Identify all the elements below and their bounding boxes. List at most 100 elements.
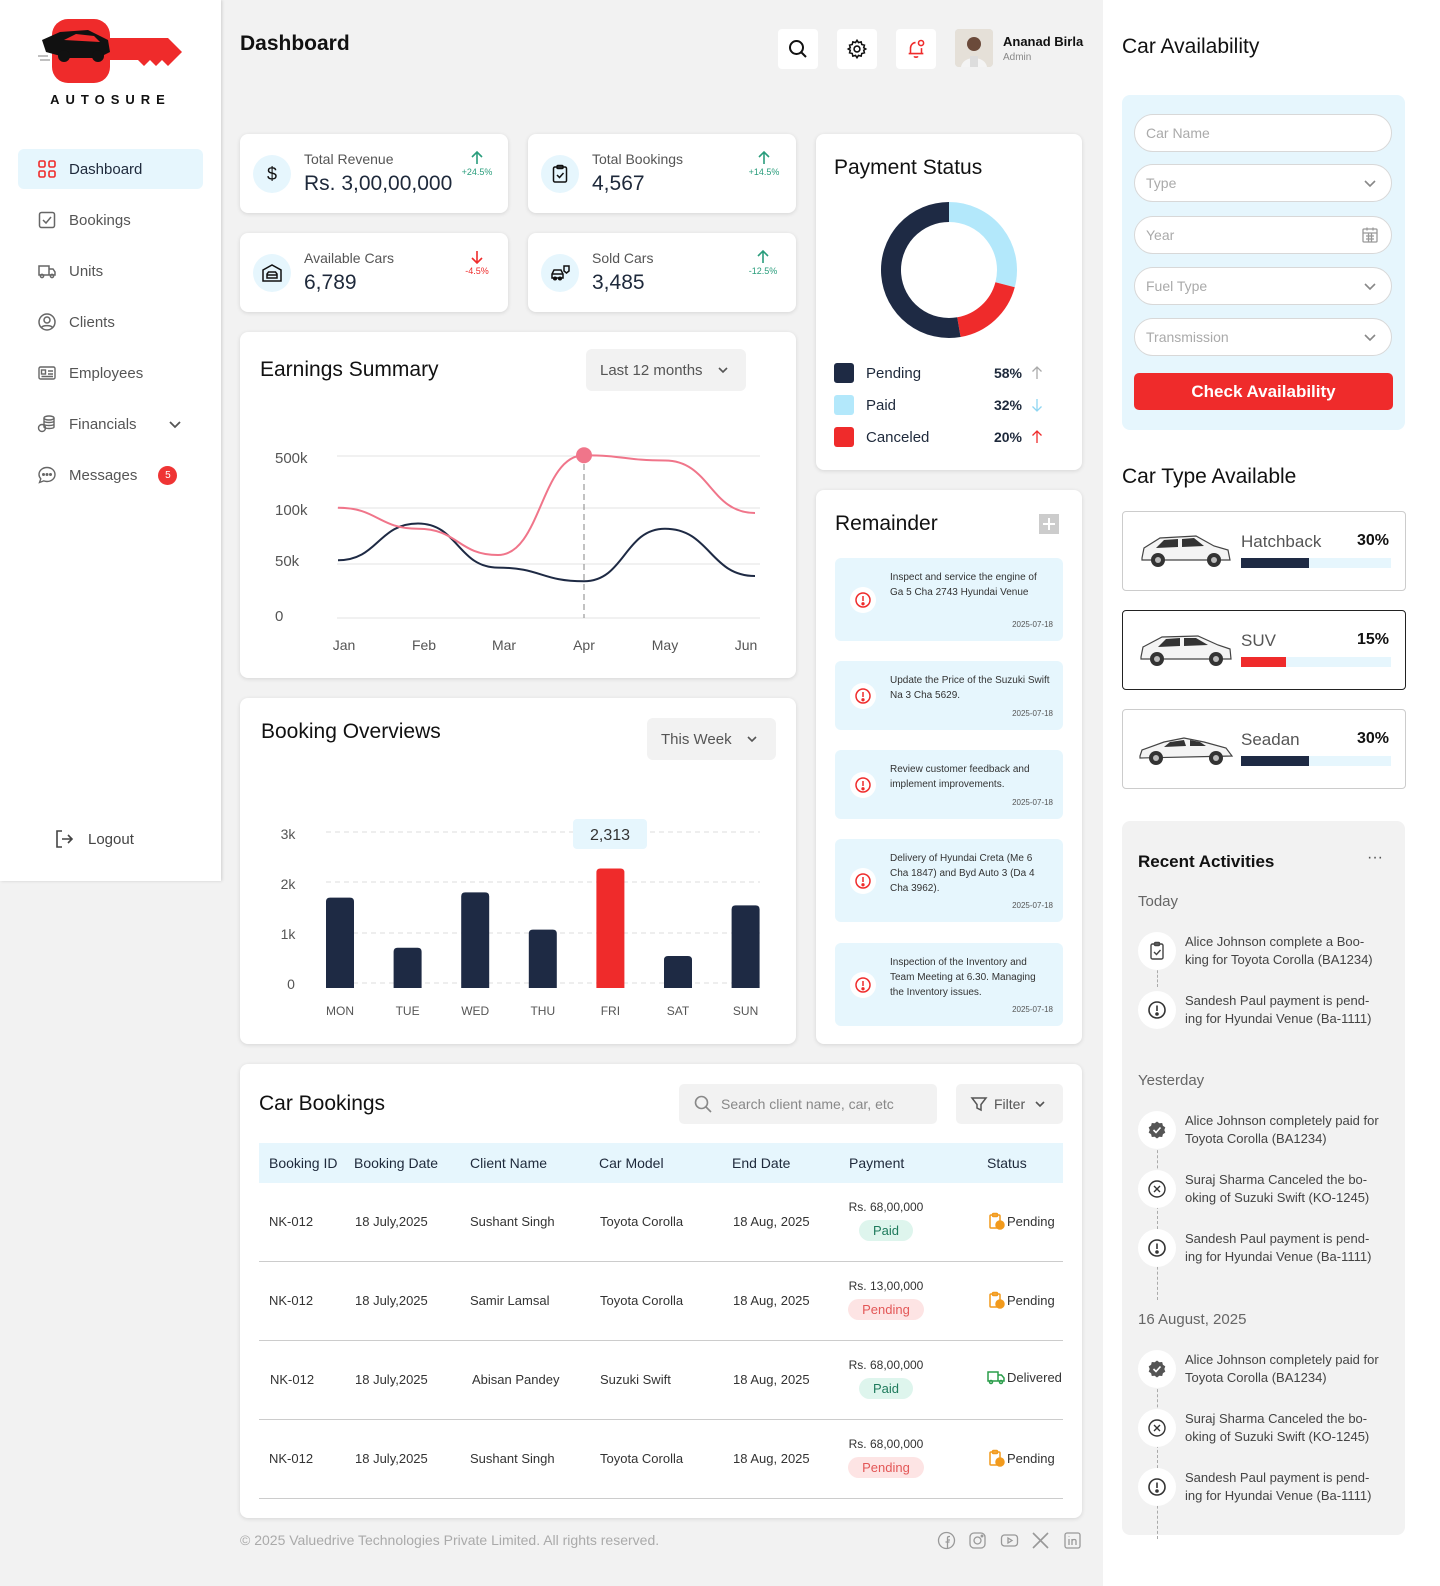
reminder-card: Remainder Inspect and service the engine… (816, 490, 1082, 1044)
car-type-sedan[interactable]: Seadan 30% (1122, 709, 1406, 789)
garage-icon (253, 254, 291, 292)
status-label: Pending (1007, 1213, 1055, 1229)
activity-text: Suraj Sharma Canceled the bo-oking of Su… (1185, 1172, 1370, 1205)
stat-label: Total Bookings (592, 151, 684, 167)
donut-slice-pending[interactable] (881, 202, 961, 338)
legend-label: Pending (866, 364, 922, 382)
table-row[interactable]: NK-012 18 July,2025 Samir Lamsal Toyota … (259, 1262, 1063, 1341)
bar-wed[interactable] (461, 892, 490, 988)
transmission-select[interactable]: Transmission (1134, 318, 1392, 356)
cell-client-name: Abisan Pandey (472, 1372, 560, 1387)
year-placeholder: Year (1146, 227, 1175, 243)
sidebar-item-clients[interactable]: Clients (18, 302, 203, 342)
bar-sat[interactable] (664, 955, 692, 988)
stat-card-sold-cars[interactable]: Sold Cars 3,485 -12.5% (528, 233, 796, 312)
sidebar-item-messages[interactable]: Messages 5 (18, 455, 203, 495)
column-header[interactable]: Booking ID (269, 1155, 337, 1171)
reminder-item[interactable]: Delivery of Hyundai Creta (Me 6 Cha 1847… (835, 839, 1063, 922)
sidebar-item-financials[interactable]: Financials (18, 404, 203, 444)
cell-status: Pending (987, 1212, 1055, 1230)
table-row[interactable]: NK-012 18 July,2025 Sushant Singh Toyota… (259, 1183, 1063, 1262)
chevron-down-icon (1364, 283, 1376, 291)
donut-slice-canceled[interactable] (956, 281, 1015, 338)
reminder-date: 2025-07-18 (1012, 620, 1053, 629)
chevron-down-icon (1364, 334, 1376, 342)
car-type-hatchback[interactable]: Hatchback 30% (1122, 511, 1406, 591)
column-header[interactable]: Booking Date (354, 1155, 438, 1171)
sidebar-item-bookings[interactable]: Bookings (18, 200, 203, 240)
bar-mon[interactable] (326, 897, 354, 988)
payment-amount: Rs. 13,00,000 (848, 1279, 924, 1293)
reminder-item[interactable]: Inspection of the Inventory and Team Mee… (835, 943, 1063, 1026)
chevron-down-icon[interactable] (167, 416, 183, 432)
sidebar-item-units[interactable]: Units (18, 251, 203, 291)
x-tick-label: THU (530, 1004, 555, 1018)
sidebar-item-dashboard[interactable]: Dashboard (18, 149, 203, 189)
year-input[interactable]: Year (1134, 216, 1392, 254)
bar-sun[interactable] (731, 905, 760, 988)
avatar[interactable] (955, 29, 993, 67)
earnings-summary-card: Earnings Summary Last 12 months 500k 100… (240, 332, 796, 678)
column-header[interactable]: Payment (849, 1155, 904, 1171)
transmission-placeholder: Transmission (1146, 329, 1229, 345)
verified-icon (1138, 1111, 1176, 1149)
cell-end-date: 18 Aug, 2025 (733, 1451, 810, 1466)
reminder-item[interactable]: Update the Price of the Suzuki Swift Na … (835, 661, 1063, 730)
car-type-percent: 30% (1356, 730, 1389, 747)
hatchback-car-icon (1141, 535, 1231, 567)
y-tick-label: 50k (275, 553, 300, 570)
stat-card-revenue[interactable]: $ Total Revenue Rs. 3,00,00,000 +24.5% (240, 134, 508, 213)
facebook-icon[interactable] (937, 1531, 956, 1550)
column-header[interactable]: Client Name (470, 1155, 547, 1171)
table-row[interactable]: NK-012 18 July,2025 Sushant Singh Toyota… (259, 1420, 1063, 1499)
settings-button[interactable] (837, 29, 877, 69)
fuel-type-select[interactable]: Fuel Type (1134, 267, 1392, 305)
reminder-item[interactable]: Review customer feedback and implement i… (835, 750, 1063, 819)
donut-slice-paid[interactable] (948, 202, 1017, 288)
reminder-item[interactable]: Inspect and service the engine of Ga 5 C… (835, 558, 1063, 641)
column-header[interactable]: End Date (732, 1155, 790, 1171)
x-twitter-icon[interactable] (1031, 1531, 1050, 1550)
filter-button[interactable]: Filter (956, 1084, 1063, 1124)
car-type-suv[interactable]: SUV 15% (1122, 610, 1406, 690)
user-name: Ananad Birla (1003, 33, 1084, 49)
stat-card-bookings[interactable]: Total Bookings 4,567 +14.5% (528, 134, 796, 213)
x-tick-label: SUN (733, 1004, 758, 1018)
bar-thu[interactable] (528, 929, 557, 988)
stat-card-available-cars[interactable]: Available Cars 6,789 -4.5% (240, 233, 508, 312)
payment-badge: Paid (858, 1378, 914, 1399)
youtube-icon[interactable] (1000, 1531, 1019, 1550)
car-type-bar-fill (1241, 657, 1286, 667)
table-row[interactable]: NK-012 18 July,2025 Abisan Pandey Suzuki… (259, 1341, 1063, 1420)
sidebar-item-label: Messages (69, 466, 138, 484)
reminder-date: 2025-07-18 (1012, 709, 1053, 718)
more-options-icon[interactable]: ··· (1367, 849, 1383, 867)
sidebar-item-employees[interactable]: Employees (18, 353, 203, 393)
x-tick-label: May (652, 637, 678, 653)
check-doc-icon (38, 211, 56, 229)
search-input[interactable]: Search client name, car, etc (679, 1084, 937, 1124)
type-select[interactable]: Type (1134, 164, 1392, 202)
notifications-button[interactable] (896, 29, 936, 69)
reminder-text: Review customer feedback and implement i… (890, 764, 1030, 790)
bar-tue[interactable] (393, 947, 422, 988)
column-header[interactable]: Car Model (599, 1155, 664, 1171)
search-button[interactable] (778, 29, 818, 69)
clipboard-check-icon (1138, 932, 1176, 970)
logout-button[interactable]: Logout (53, 828, 134, 850)
user-role: Admin (1003, 51, 1032, 63)
bar-fri[interactable] (596, 868, 625, 988)
instagram-icon[interactable] (968, 1531, 987, 1550)
id-card-icon (38, 366, 56, 380)
column-header[interactable]: Status (987, 1155, 1027, 1171)
y-tick-label: 1k (281, 926, 297, 942)
check-availability-button[interactable]: Check Availability (1134, 373, 1393, 410)
cell-end-date: 18 Aug, 2025 (733, 1293, 810, 1308)
linkedin-icon[interactable] (1063, 1531, 1082, 1550)
user-profile[interactable]: Ananad Birla Admin (955, 29, 1083, 67)
activity-text: Sandesh Paul payment is pend-ing for Hyu… (1185, 1231, 1372, 1264)
car-name-input[interactable]: Car Name (1134, 114, 1392, 152)
add-reminder-icon[interactable] (1039, 514, 1059, 534)
y-tick-label: 500k (275, 450, 308, 467)
highlight-point[interactable] (576, 447, 592, 464)
